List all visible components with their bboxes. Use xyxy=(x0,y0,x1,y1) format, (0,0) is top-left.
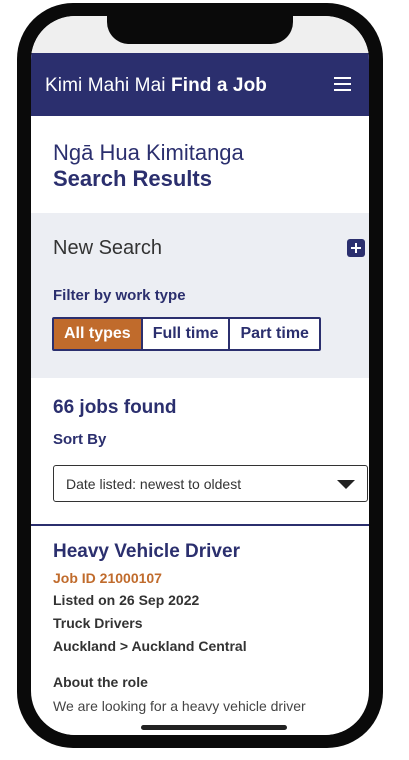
job-title-link[interactable]: Heavy Vehicle Driver xyxy=(53,540,353,564)
sort-label: Sort By xyxy=(53,431,107,448)
new-search-toggle[interactable]: New Search xyxy=(53,237,162,260)
site-header: Kimi Mahi Mai Find a Job xyxy=(31,53,369,116)
work-type-filter: All types Full time Part time xyxy=(52,317,321,351)
job-id: Job ID 21000107 xyxy=(53,570,162,586)
job-location: Auckland > Auckland Central xyxy=(53,638,247,654)
filter-full-time[interactable]: Full time xyxy=(142,319,231,349)
home-indicator[interactable] xyxy=(141,725,287,730)
hamburger-icon[interactable] xyxy=(334,77,351,91)
chevron-down-icon xyxy=(337,480,355,489)
phone-notch xyxy=(107,16,293,44)
filter-part-time[interactable]: Part time xyxy=(230,319,319,349)
sort-select[interactable]: Date listed: newest to oldest xyxy=(53,465,368,502)
brand-maori: Kimi Mahi Mai xyxy=(45,75,166,96)
job-description: We are looking for a heavy vehicle drive… xyxy=(53,698,306,714)
results-count: 66 jobs found xyxy=(53,397,177,418)
job-meta: Listed on 26 Sep 2022 Truck Drivers Auck… xyxy=(53,589,353,658)
job-listed-date: Listed on 26 Sep 2022 xyxy=(53,592,200,608)
about-role-heading: About the role xyxy=(53,674,148,690)
site-brand[interactable]: Kimi Mahi Mai Find a Job xyxy=(45,75,267,97)
results-divider xyxy=(31,524,369,526)
job-card: Heavy Vehicle Driver Job ID 21000107 Lis… xyxy=(53,540,353,714)
filter-label: Filter by work type xyxy=(53,287,186,304)
page-title: Ngā Hua Kimitanga Search Results xyxy=(53,140,244,192)
phone-frame: Kimi Mahi Mai Find a Job Ngā Hua Kimitan… xyxy=(17,3,383,748)
filter-all-types[interactable]: All types xyxy=(54,319,143,349)
page-title-maori: Ngā Hua Kimitanga xyxy=(53,140,244,165)
brand-en: Find a Job xyxy=(171,75,267,96)
page-title-en: Search Results xyxy=(53,166,212,191)
sort-value: Date listed: newest to oldest xyxy=(66,476,242,492)
plus-square-icon[interactable] xyxy=(347,239,365,257)
search-panel: New Search Filter by work type All types… xyxy=(31,213,369,378)
phone-screen: Kimi Mahi Mai Find a Job Ngā Hua Kimitan… xyxy=(31,16,369,735)
job-category: Truck Drivers xyxy=(53,615,143,631)
